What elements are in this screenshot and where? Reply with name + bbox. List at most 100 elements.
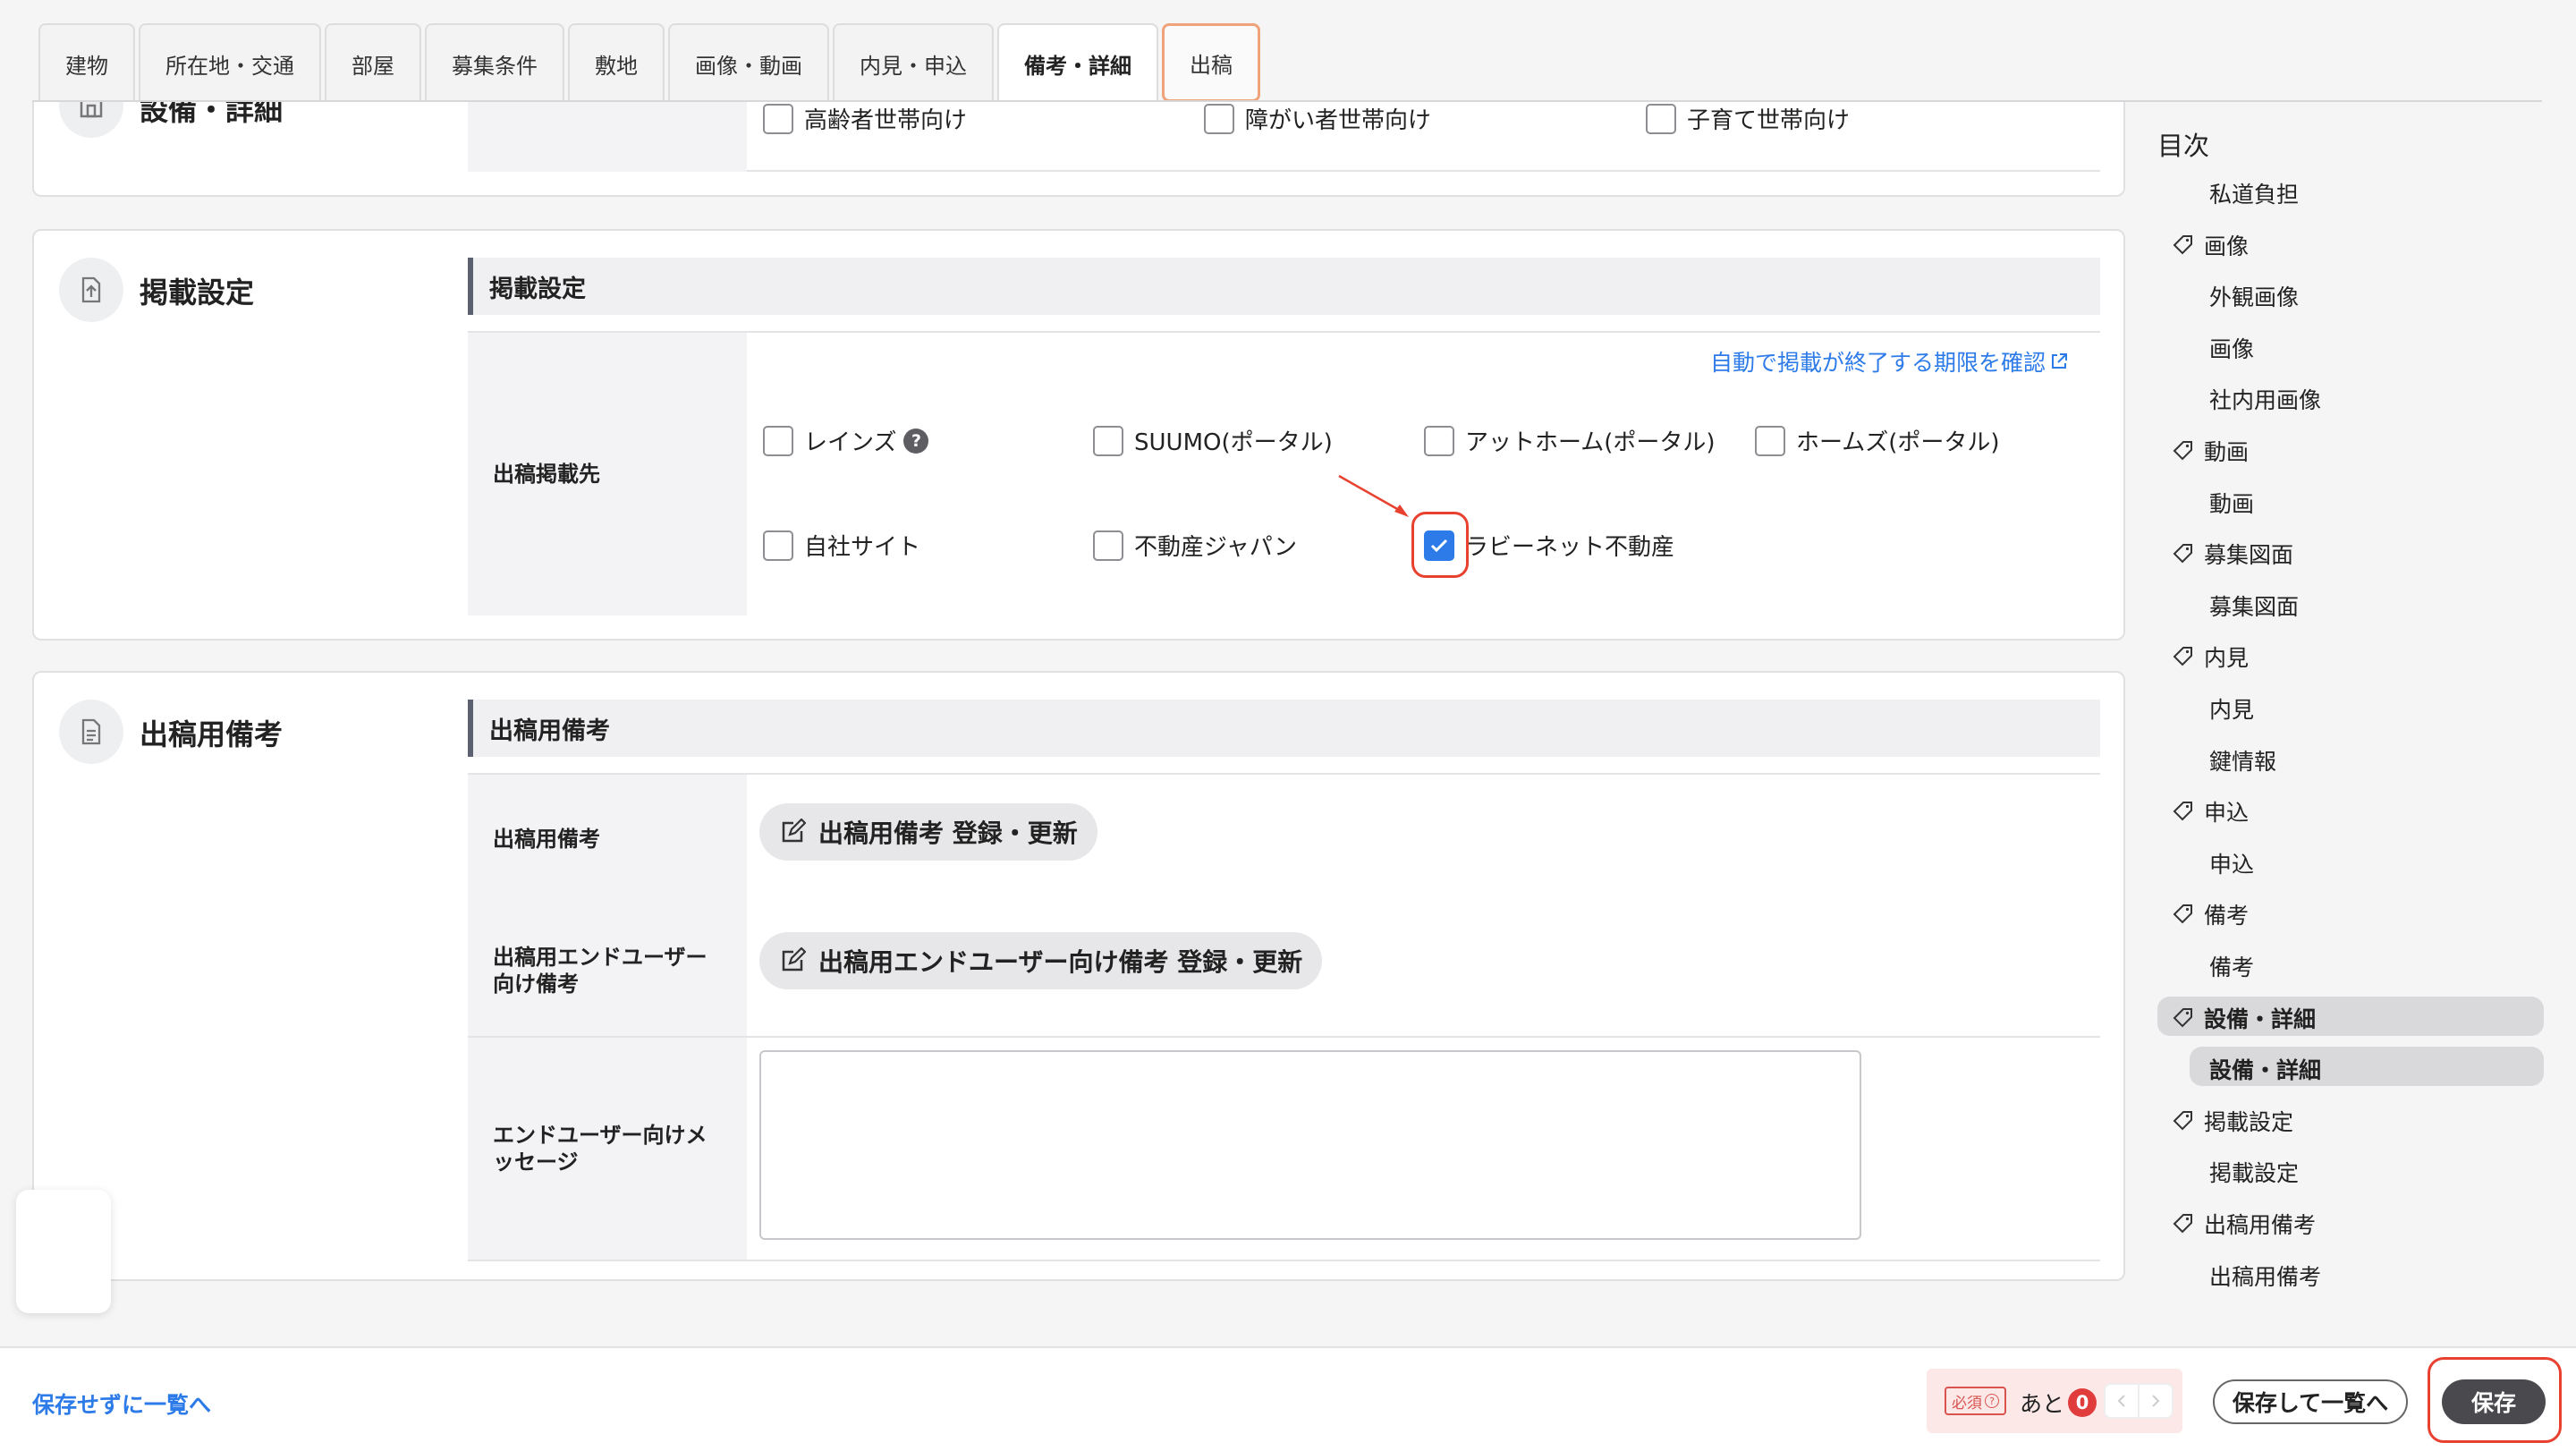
tag-icon (2173, 235, 2192, 255)
toc-item[interactable]: 内見 (2209, 691, 2254, 726)
required-badge: 必須 ? (1945, 1387, 2006, 1415)
tag-icon (2173, 904, 2192, 924)
toc-group-item[interactable]: 画像 (2172, 227, 2249, 263)
toc-item[interactable]: 募集図面 (2209, 588, 2299, 624)
toc-item[interactable]: 動画 (2209, 485, 2254, 521)
checkbox-box[interactable] (763, 103, 793, 134)
expiry-check-link-text: 自動で掲載が終了する期限を確認 (1710, 350, 2046, 376)
tab-bar: 建物 所在地・交通 部屋 募集条件 敷地 画像・動画 内見・申込 備考・詳細 出… (38, 23, 1260, 102)
next-required-button[interactable] (2138, 1383, 2174, 1419)
checkbox-box[interactable] (1755, 425, 1785, 456)
remarks-register-label: 出稿用備考 登録・更新 (818, 819, 1078, 848)
checkbox-reins[interactable]: レインズ? (763, 424, 929, 457)
toc-item-label: 画像 (2209, 336, 2255, 362)
tab-images-videos[interactable]: 画像・動画 (668, 23, 829, 102)
remaining-label: あと (2020, 1391, 2065, 1417)
toc-item-label: 募集図面 (2209, 594, 2300, 620)
checkbox-label: SUUMO(ポータル) (1134, 429, 1333, 456)
remarks-register-button[interactable]: 出稿用備考 登録・更新 (759, 803, 1097, 861)
prev-required-button[interactable] (2104, 1383, 2140, 1419)
checkbox-homes[interactable]: ホームズ(ポータル) (1755, 424, 2000, 457)
checkbox-box[interactable] (1646, 103, 1676, 134)
toc-item[interactable]: 外観画像 (2209, 278, 2299, 314)
toc-group-item[interactable]: 出稿用備考 (2172, 1206, 2316, 1242)
toc-item-label: 鍵情報 (2209, 749, 2277, 775)
enduser-message-label: エンドユーザー向けメッセージ (468, 1038, 747, 1260)
checkbox-label: 障がい者世帯向け (1245, 107, 1432, 134)
save-and-list-button[interactable]: 保存して一覧へ (2213, 1379, 2408, 1424)
tab-publish[interactable]: 出稿 (1162, 23, 1260, 102)
floating-widget[interactable] (16, 1190, 111, 1313)
help-icon[interactable]: ? (903, 428, 929, 454)
edit-icon (782, 819, 806, 843)
toc-group-item[interactable]: 動画 (2172, 433, 2249, 469)
toc-item-label: 社内用画像 (2209, 387, 2322, 413)
document-icon (59, 700, 123, 764)
annotation-arrow-icon (1338, 474, 1409, 517)
toc-title: 目次 (2157, 131, 2210, 161)
toc-group-item[interactable]: 設備・詳細 (2172, 1000, 2316, 1036)
toc-group-item[interactable]: 申込 (2172, 793, 2249, 829)
tag-icon (2173, 1111, 2192, 1131)
save-button[interactable]: 保存 (2442, 1379, 2546, 1424)
listing-settings-subhead: 掲載設定 (468, 258, 2100, 315)
tab-viewing-application[interactable]: 内見・申込 (833, 23, 994, 102)
tab-location-transport[interactable]: 所在地・交通 (139, 23, 321, 102)
tab-building[interactable]: 建物 (38, 23, 135, 102)
toc-item[interactable]: 画像 (2209, 330, 2254, 366)
chevron-left-icon (2117, 1395, 2125, 1407)
tab-recruitment-conditions[interactable]: 募集条件 (425, 23, 564, 102)
toc-item-label: 出稿用備考 (2209, 1264, 2322, 1290)
toc-group-item[interactable]: 掲載設定 (2172, 1103, 2293, 1139)
toc-item[interactable]: 鍵情報 (2209, 742, 2276, 778)
required-counter: 必須 ? あと 0 (1927, 1369, 2182, 1433)
toc-item[interactable]: 備考 (2209, 948, 2254, 984)
row-divider (468, 1260, 2100, 1261)
toc-item[interactable]: 申込 (2209, 845, 2254, 881)
checkbox-box[interactable] (763, 425, 793, 456)
toc-item[interactable]: 出稿用備考 (2209, 1258, 2321, 1294)
toc-item[interactable]: 私道負担 (2209, 175, 2299, 211)
enduser-message-textarea[interactable] (759, 1050, 1861, 1240)
toc-item-label: 内見 (2204, 645, 2250, 671)
checkbox-label: 子育て世帯向け (1687, 107, 1851, 134)
toc-group-item[interactable]: 募集図面 (2172, 536, 2293, 572)
publish-remarks-card: 出稿用備考 出稿用備考 出稿用備考 出稿用備考 登録・更新 出稿用エンドユーザー… (32, 671, 2125, 1281)
checkbox-own-site[interactable]: 自社サイト (763, 529, 920, 562)
checkbox-childrearing-households[interactable]: 子育て世帯向け (1646, 102, 1850, 135)
toc-item[interactable]: 社内用画像 (2209, 381, 2321, 417)
tab-remarks-details[interactable]: 備考・詳細 (997, 23, 1158, 102)
checkbox-box[interactable] (1093, 530, 1123, 561)
expiry-check-link[interactable]: 自動で掲載が終了する期限を確認 (1710, 345, 2069, 378)
publish-remarks-title: 出稿用備考 (140, 717, 284, 751)
checkbox-suumo[interactable]: SUUMO(ポータル) (1093, 424, 1333, 457)
toc-item-label: 備考 (2204, 903, 2250, 929)
required-badge-text: 必須 (1952, 1394, 1982, 1413)
toc-item-label: 出稿用備考 (2204, 1212, 2317, 1238)
toc-item[interactable]: 設備・詳細 (2209, 1051, 2321, 1087)
checkbox-elderly-households[interactable]: 高齢者世帯向け (763, 102, 967, 135)
checkbox-box[interactable] (1204, 103, 1234, 134)
checkbox-disabled-households[interactable]: 障がい者世帯向け (1204, 102, 1431, 135)
checkbox-box[interactable] (1424, 425, 1454, 456)
toc-item-label: 画像 (2204, 233, 2250, 259)
toc-group-item[interactable]: 内見 (2172, 639, 2249, 675)
checkbox-athome[interactable]: アットホーム(ポータル) (1424, 424, 1716, 457)
tab-room[interactable]: 部屋 (325, 23, 421, 102)
enduser-remarks-register-button[interactable]: 出稿用エンドユーザー向け備考 登録・更新 (759, 932, 1323, 989)
upload-icon (59, 258, 123, 322)
back-without-saving-link[interactable]: 保存せずに一覧へ (32, 1387, 211, 1420)
toc-item[interactable]: 掲載設定 (2209, 1154, 2299, 1190)
toc-item-label: 外観画像 (2209, 284, 2300, 310)
toc-item-label: 掲載設定 (2204, 1109, 2294, 1135)
toc-item-label: 申込 (2209, 852, 2255, 878)
tag-icon (2173, 1008, 2192, 1028)
toc-item-label: 私道負担 (2209, 182, 2300, 208)
checkbox-label: 自社サイト (804, 534, 921, 561)
checkbox-box[interactable] (1093, 425, 1123, 456)
checkbox-fudosan-japan[interactable]: 不動産ジャパン (1093, 529, 1297, 562)
toc-group-item[interactable]: 備考 (2172, 896, 2249, 932)
tab-site[interactable]: 敷地 (568, 23, 665, 102)
checkbox-box[interactable] (763, 530, 793, 561)
remaining-count-badge: 0 (2068, 1388, 2097, 1417)
